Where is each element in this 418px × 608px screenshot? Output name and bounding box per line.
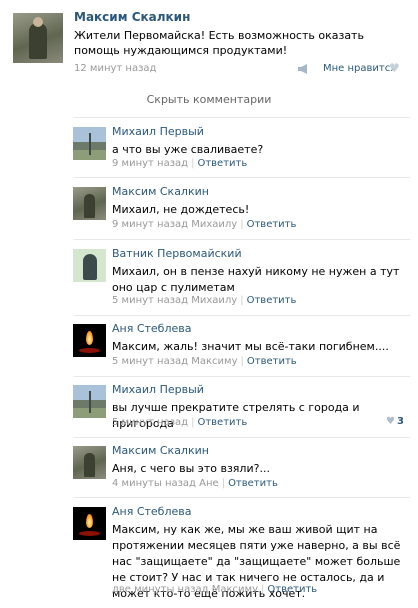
comment-meta: 4 минуты назад Ане | Ответить: [112, 478, 278, 489]
comment-meta: 5 минут назад Максиму | Ответить: [112, 356, 297, 367]
like-count: 3: [396, 416, 404, 427]
divider: [74, 376, 410, 377]
comment-item: Михаил Первый а что вы уже сваливаете? 9…: [0, 123, 418, 173]
wall-post: Максим Скалкин Жители Первомайска! Есть …: [0, 0, 418, 82]
comment-item: Максим Скалкин Михаил, не дождетесь! 9 м…: [0, 183, 418, 233]
divider: [74, 497, 410, 498]
comment-timestamp[interactable]: 4 минуты назад Ане: [112, 478, 219, 489]
comment-timestamp[interactable]: 5 минут назад Максиму: [112, 356, 238, 367]
divider: [74, 437, 410, 438]
reply-button[interactable]: Ответить: [197, 158, 247, 169]
comment-timestamp[interactable]: 5 минут назад: [112, 417, 188, 428]
commenter-avatar[interactable]: [73, 324, 106, 357]
comment-author[interactable]: Максим Скалкин: [112, 185, 209, 198]
reply-button[interactable]: Ответить: [247, 295, 297, 306]
reply-button[interactable]: Ответить: [228, 478, 278, 489]
comment-timestamp[interactable]: 5 минут назад Михаилу: [112, 295, 237, 306]
comment-timestamp[interactable]: 9 минут назад Михаилу: [112, 219, 237, 230]
comment-author[interactable]: Ватник Первомайский: [112, 247, 242, 260]
comment-author[interactable]: Аня Стеблева: [112, 505, 192, 518]
comment-text: а что вы уже сваливаете?: [112, 143, 264, 156]
heart-icon[interactable]: ♥: [389, 61, 400, 75]
reply-button[interactable]: Ответить: [247, 356, 297, 367]
commenter-avatar[interactable]: [73, 446, 106, 479]
commenter-avatar[interactable]: [73, 249, 106, 282]
hide-comments-link[interactable]: Скрыть комментарии: [0, 93, 418, 106]
divider: [74, 315, 410, 316]
comment-item: Максим Скалкин Аня, с чего вы это взяли?…: [0, 442, 418, 492]
comment-meta: 9 минут назад Михаилу | Ответить: [112, 219, 297, 230]
comment-timestamp[interactable]: 9 минут назад: [112, 158, 188, 169]
comment-item: Аня Стеблева Максим, ну как же, мы же ва…: [0, 503, 418, 603]
reply-button[interactable]: Ответить: [247, 219, 297, 230]
comment-like-button[interactable]: ♥ 3: [386, 416, 404, 427]
comment-meta: 5 минут назад Михаилу | Ответить: [112, 295, 297, 306]
comment-text: Аня, с чего вы это взяли?...: [112, 462, 270, 475]
post-author-avatar[interactable]: [13, 13, 63, 63]
post-author-name[interactable]: Максим Скалкин: [74, 10, 190, 24]
comment-item: Ватник Первомайский Михаил, он в пензе н…: [0, 245, 418, 311]
comment-author[interactable]: Аня Стеблева: [112, 322, 192, 335]
comment-item: Аня Стеблева Максим, жаль! значит мы всё…: [0, 320, 418, 370]
divider: [74, 177, 410, 178]
divider: [74, 239, 410, 240]
heart-icon: ♥: [386, 416, 395, 427]
comment-meta: 9 минут назад | Ответить: [112, 158, 248, 169]
reply-button[interactable]: Ответить: [197, 417, 247, 428]
comment-meta: две минуты назад Максиму | Ответить: [112, 584, 318, 595]
like-button[interactable]: Мне нравится: [323, 63, 396, 74]
reply-button[interactable]: Ответить: [267, 584, 317, 595]
comment-author[interactable]: Михаил Первый: [112, 383, 204, 396]
commenter-avatar[interactable]: [73, 187, 106, 220]
comment-timestamp[interactable]: две минуты назад Максиму: [112, 584, 258, 595]
commenter-avatar[interactable]: [73, 507, 106, 540]
comment-text: Максим, жаль! значит мы всё-таки погибне…: [112, 340, 389, 353]
comment-meta: 5 минут назад | Ответить: [112, 417, 248, 428]
comment-author[interactable]: Максим Скалкин: [112, 444, 209, 457]
commenter-avatar[interactable]: [73, 127, 106, 160]
comment-text: Михаил, не дождетесь!: [112, 203, 250, 216]
post-text: Жители Первомайска! Есть возможность ока…: [74, 29, 364, 57]
comment-item: Михаил Первый вы лучше прекратите стреля…: [0, 381, 418, 435]
comment-author[interactable]: Михаил Первый: [112, 125, 204, 138]
post-timestamp[interactable]: 12 минут назад: [74, 63, 156, 74]
commenter-avatar[interactable]: [73, 385, 106, 418]
comment-text: Михаил, он в пензе нахуй никому не нужен…: [112, 265, 400, 294]
divider: [74, 117, 410, 118]
megaphone-icon[interactable]: [297, 64, 309, 74]
